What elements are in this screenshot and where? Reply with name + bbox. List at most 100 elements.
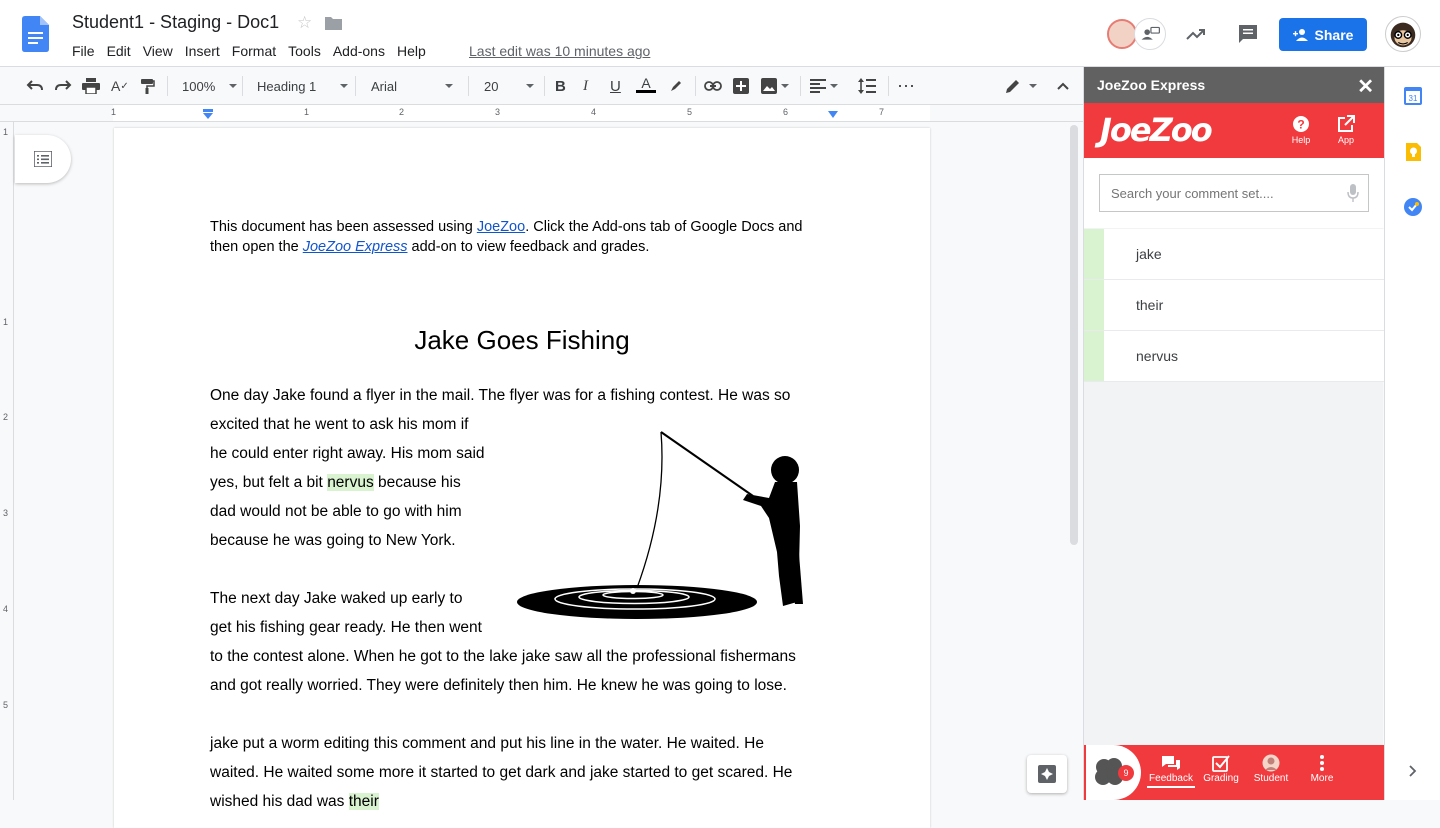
student-tab[interactable]: Student (1247, 753, 1295, 784)
font-select[interactable]: Arial (371, 76, 454, 96)
paragraph-line[interactable]: because he was going to New York. (210, 526, 456, 555)
star-icon[interactable]: ☆ (297, 13, 312, 33)
comment-search-input[interactable] (1099, 174, 1369, 212)
close-icon[interactable]: ✕ (1357, 74, 1374, 99)
joezoo-express-link[interactable]: JoeZoo Express (303, 239, 408, 255)
more-tab[interactable]: More (1298, 753, 1346, 784)
font-value: Arial (371, 78, 398, 94)
undo-icon[interactable] (26, 76, 44, 96)
text-color-icon[interactable]: A (636, 76, 656, 96)
insert-comment-icon[interactable] (733, 76, 749, 96)
paragraph-line[interactable]: waited. He waited some more it started t… (210, 758, 792, 787)
comments-icon[interactable] (1236, 22, 1260, 46)
svg-text:?: ? (1297, 118, 1304, 132)
comment-item[interactable]: jake (1084, 229, 1384, 280)
google-docs-logo-icon[interactable] (22, 16, 49, 52)
share-button[interactable]: Share (1279, 18, 1367, 51)
document-title[interactable]: Student1 - Staging - Doc1 (72, 12, 279, 33)
paragraph-style-value: Heading 1 (257, 78, 317, 94)
paragraph-style-select[interactable]: Heading 1 (257, 76, 349, 96)
paint-format-icon[interactable] (139, 76, 155, 96)
underline-icon[interactable]: U (610, 76, 621, 96)
insert-image-button[interactable] (761, 76, 789, 96)
highlighted-word-nervus[interactable]: nervus (327, 474, 374, 491)
toolbar-divider (888, 76, 889, 96)
paragraph-line[interactable]: and got really worried. They were defini… (210, 671, 787, 700)
editing-mode-button[interactable] (1005, 76, 1037, 96)
menu-insert[interactable]: Insert (179, 41, 226, 61)
explore-button[interactable] (1027, 755, 1067, 793)
joezoo-footer-nav: 9 Feedback Grading Student More (1084, 745, 1384, 800)
horizontal-ruler[interactable]: 1 1 2 3 4 5 6 7 (0, 105, 1083, 122)
menu-file[interactable]: File (66, 41, 101, 61)
print-icon[interactable] (82, 76, 100, 96)
last-edit-link[interactable]: Last edit was 10 minutes ago (469, 43, 650, 59)
document-page[interactable]: This document has been assessed using Jo… (114, 128, 930, 828)
document-outline-button[interactable] (15, 135, 71, 183)
comment-item[interactable]: nervus (1084, 331, 1384, 382)
help-icon: ? (1293, 116, 1309, 132)
microphone-icon[interactable] (1347, 184, 1359, 202)
more-vertical-icon (1320, 755, 1324, 771)
expand-panel-icon[interactable] (1409, 765, 1417, 777)
chevron-down-icon (445, 84, 454, 88)
more-options-icon[interactable]: ⋯ (897, 76, 916, 96)
paragraph-line[interactable]: jake put a worm editing this comment and… (210, 729, 764, 758)
font-size-value: 20 (484, 78, 499, 94)
redo-icon[interactable] (54, 76, 72, 96)
menu-bar: File Edit View Insert Format Tools Add-o… (66, 41, 432, 61)
joezoo-link[interactable]: JoeZoo (477, 219, 525, 235)
menu-edit[interactable]: Edit (101, 41, 137, 61)
left-indent-marker-icon[interactable] (202, 109, 214, 121)
document-scrollbar[interactable] (1070, 125, 1078, 545)
paragraph-line[interactable]: The next day Jake waked up early to (210, 584, 462, 613)
checkbox-icon (1212, 755, 1230, 772)
app-button[interactable]: App (1326, 115, 1366, 145)
line-spacing-icon[interactable] (858, 76, 876, 96)
vertical-ruler[interactable]: 1 1 2 3 4 5 (0, 122, 14, 800)
menu-tools[interactable]: Tools (282, 41, 327, 61)
menu-view[interactable]: View (137, 41, 179, 61)
menu-help[interactable]: Help (391, 41, 432, 61)
tasks-icon[interactable] (1404, 198, 1422, 216)
comment-item[interactable]: their (1084, 280, 1384, 331)
italic-icon[interactable]: I (583, 76, 588, 96)
menu-add-ons[interactable]: Add-ons (327, 41, 391, 61)
spellcheck-icon[interactable]: A ✓ (111, 76, 129, 96)
story-title[interactable]: Jake Goes Fishing (114, 325, 930, 356)
paragraph-line[interactable]: he could enter right away. His mom said (210, 439, 485, 468)
paragraph-line[interactable]: dad would not be able to go with him (210, 497, 462, 526)
right-indent-marker-icon[interactable] (827, 111, 839, 119)
paragraph-line[interactable]: get his fishing gear ready. He then went (210, 613, 482, 642)
bold-icon[interactable]: B (555, 76, 566, 96)
collaborator-avatar[interactable] (1107, 19, 1137, 49)
grading-tab[interactable]: Grading (1197, 753, 1245, 784)
collaborators-icon[interactable] (1134, 18, 1166, 50)
zoom-select[interactable]: 100% (182, 76, 238, 96)
menu-format[interactable]: Format (226, 41, 282, 61)
toolbar-divider (800, 76, 801, 96)
calendar-icon[interactable]: 31 (1404, 87, 1422, 105)
fishing-boy-image[interactable] (517, 426, 817, 626)
paragraph-line[interactable]: yes, but felt a bit nervus because his (210, 468, 461, 497)
highlight-color-icon[interactable] (668, 76, 684, 96)
link-icon[interactable] (704, 76, 722, 96)
collapse-toolbar-icon[interactable] (1057, 76, 1069, 96)
folder-icon[interactable] (325, 16, 342, 30)
feedback-tab[interactable]: Feedback (1147, 753, 1195, 788)
paragraph-line[interactable]: to the contest alone. When he got to the… (210, 642, 796, 671)
align-button[interactable] (810, 76, 838, 96)
chevron-down-icon (830, 84, 838, 88)
paragraph-line[interactable]: wished his dad was their (210, 787, 379, 816)
keep-icon[interactable] (1404, 143, 1422, 161)
paragraph-line[interactable]: One day Jake found a flyer in the mail. … (210, 381, 790, 410)
paragraph-line[interactable]: excited that he went to ask his mom if (210, 410, 468, 439)
help-button[interactable]: ? Help (1281, 115, 1321, 145)
brain-button[interactable]: 9 (1086, 745, 1141, 800)
student-avatar-icon (1262, 754, 1280, 772)
activity-dashboard-icon[interactable] (1184, 22, 1208, 46)
ruler-mark: 7 (879, 107, 885, 117)
highlighted-word-their[interactable]: their (348, 793, 379, 810)
user-avatar[interactable] (1385, 16, 1421, 52)
font-size-select[interactable]: 20 (484, 76, 535, 96)
